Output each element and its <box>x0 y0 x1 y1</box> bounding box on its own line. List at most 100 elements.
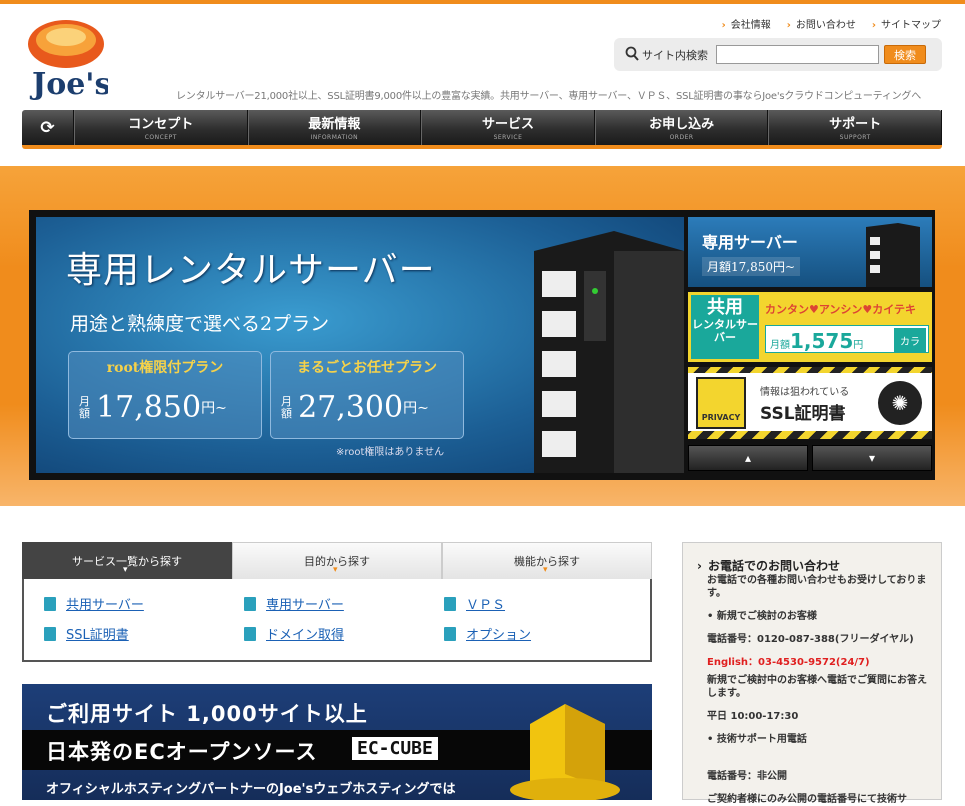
service-tabs: サービス一覧から探す 目的から探す 機能から探す 共用サーバー 専用サーバー Ｖ… <box>22 542 652 662</box>
shared-tag-top: 共用 <box>707 297 743 318</box>
shared-price-box: 月額1,575円 カラ <box>765 325 929 353</box>
link-shared-server[interactable]: 共用サーバー <box>44 594 244 613</box>
nav-sublabel: SERVICE <box>493 134 523 141</box>
side-dedicated-title: 専用サーバー <box>702 233 798 252</box>
contact-tel: 電話番号：0120-087-388(フリーダイヤル) <box>707 634 914 645</box>
shared-tag: 共用 レンタルサーバー <box>691 295 759 359</box>
contact-new-head: • 新規でご検討のお客様 <box>707 611 817 622</box>
logo-text: Joe's <box>29 67 108 100</box>
ec-cube-badge: EC-CUBE <box>352 737 438 760</box>
shared-tag-bottom: レンタルサーバー <box>692 318 758 344</box>
tagline: レンタルサーバー21,000社以上、SSL証明書9,000件以上の豊富な実績。共… <box>176 91 922 102</box>
nav-label: 最新情報 <box>308 117 361 132</box>
nav-label: コンセプト <box>128 117 194 132</box>
search-input[interactable] <box>716 45 879 64</box>
price-unit: 円~ <box>201 400 227 417</box>
ec-line2: 日本発のECオープンソース <box>46 740 318 764</box>
nav-support[interactable]: サポート SUPPORT <box>768 110 942 145</box>
plan-root[interactable]: root権限付プラン 月額 17,850円~ <box>68 351 262 439</box>
nav-information[interactable]: 最新情報 INFORMATION <box>247 110 422 145</box>
nav-label: お申し込み <box>649 117 715 132</box>
link-dedicated-server[interactable]: 専用サーバー <box>244 594 444 613</box>
banner-note: ※root権限はありません <box>336 447 445 458</box>
plan-price: 月額 17,850円~ <box>79 390 227 425</box>
home-icon[interactable]: ⟳ <box>22 110 74 145</box>
link-contact[interactable]: お問い合わせ <box>787 16 856 31</box>
price-value: 17,850 <box>96 390 202 425</box>
tab-service-list[interactable]: サービス一覧から探す <box>22 542 232 579</box>
link-sitemap[interactable]: サイトマップ <box>872 16 941 31</box>
search-icon <box>625 46 639 61</box>
link-ssl[interactable]: SSL証明書 <box>44 624 244 643</box>
price-label: 月額 <box>281 394 292 420</box>
plan-name: root権限付プラン <box>106 360 224 376</box>
tab-purpose[interactable]: 目的から探す <box>232 542 442 579</box>
nav-sublabel: CONCEPT <box>144 134 177 141</box>
tab-links: 共用サーバー 専用サーバー ＶＰＳ SSL証明書 ドメイン取得 オプション <box>44 594 644 643</box>
link-vps[interactable]: ＶＰＳ <box>444 594 644 613</box>
search-button[interactable]: 検索 <box>884 45 926 64</box>
nav-service[interactable]: サービス SERVICE <box>421 110 595 145</box>
slider-nav: ▴ ▾ <box>688 445 932 471</box>
contact-hours: 平日 10:00-17:30 <box>707 711 799 722</box>
lock-text: PRIVACY <box>701 413 741 422</box>
side-dedicated-price: 月額17,850円~ <box>702 257 801 276</box>
search-label: サイト内検索 <box>642 49 708 62</box>
nav-order[interactable]: お申し込み ORDER <box>594 110 769 145</box>
contact-support-tel: 電話番号：非公開 <box>707 771 787 782</box>
nav-sublabel: INFORMATION <box>310 134 359 141</box>
nav-concept[interactable]: コンセプト CONCEPT <box>74 110 248 145</box>
joes-logo[interactable]: Joe's <box>26 14 111 102</box>
side-banner-shared[interactable]: 共用 レンタルサーバー カンタン♥アンシン♥カイテキ 月額1,575円 カラ <box>688 292 932 362</box>
hero-slider: 専用レンタルサーバー 用途と熟練度で選べる2プラン root権限付プラン 月額 … <box>29 210 935 480</box>
contact-new-desc: 新規でご検討中のお客様へ電話でご質問にお答えします。 <box>707 675 927 699</box>
shared-price-label: 月額 <box>770 340 790 351</box>
contact-english: English：03-4530-9572(24/7) <box>707 657 870 668</box>
side-banner-ssl[interactable]: PRIVACY 情報は狙われている SSL証明書 ✺ <box>688 367 932 439</box>
site-search: サイト内検索 検索 <box>614 38 942 71</box>
main-banner-dedicated[interactable]: 専用レンタルサーバー 用途と熟練度で選べる2プラン root権限付プラン 月額 … <box>36 217 684 473</box>
cube-hat-image <box>510 704 620 800</box>
price-value: 27,300 <box>298 390 404 425</box>
contact-intro: お電話での各種お問い合わせもお受けしております。 <box>707 575 927 599</box>
shared-from-button: カラ <box>894 328 926 353</box>
ec-cube-banner[interactable]: ご利用サイト 1,000サイト以上 日本発のECオープンソース EC-CUBE … <box>22 684 652 800</box>
ssl-sub: 情報は狙われている <box>760 387 850 398</box>
nav-sublabel: ORDER <box>669 134 694 141</box>
slider-down-button[interactable]: ▾ <box>812 445 932 471</box>
contact-support-head: • 技術サポート用電話 <box>707 734 807 745</box>
tab-features[interactable]: 機能から探す <box>442 542 652 579</box>
server-thumb-image <box>866 223 920 287</box>
plan-managed[interactable]: まるごとお任せプラン 月額 27,300円~ <box>270 351 464 439</box>
tab-headers: サービス一覧から探す 目的から探す 機能から探す <box>22 542 652 579</box>
ec-line3: オフィシャルホスティングパートナーのJoe'sウェブホスティングでは <box>46 782 456 797</box>
shared-catch: カンタン♥アンシン♥カイテキ <box>765 303 917 316</box>
nav-label: サポート <box>829 117 882 132</box>
plan-price: 月額 27,300円~ <box>281 390 429 425</box>
link-options[interactable]: オプション <box>444 624 644 643</box>
top-accent-bar <box>0 0 965 4</box>
side-banners: 専用サーバー 月額17,850円~ 共用 レンタルサーバー カンタン♥アンシン♥カ… <box>688 217 932 473</box>
server-rack-image <box>534 231 684 473</box>
global-nav: ⟳ コンセプト CONCEPT 最新情報 INFORMATION サービス SERVI… <box>22 110 942 149</box>
contact-title: お電話でのお問い合わせ <box>697 557 931 574</box>
nav-sublabel: SUPPORT <box>839 134 871 141</box>
ec-line1: ご利用サイト 1,000サイト以上 <box>46 702 368 726</box>
phone-contact-box: お電話でのお問い合わせ お電話での各種お問い合わせもお受けしております。 • 新… <box>682 542 942 805</box>
ssl-title: SSL証明書 <box>760 404 846 424</box>
side-banner-dedicated[interactable]: 専用サーバー 月額17,850円~ <box>688 217 932 287</box>
spiky-monster-icon: ✺ <box>878 381 922 425</box>
price-unit: 円~ <box>403 400 429 417</box>
banner-title: 専用レンタルサーバー <box>66 250 436 291</box>
link-company[interactable]: 会社情報 <box>722 16 771 31</box>
banner-subtitle: 用途と熟練度で選べる2プラン <box>70 313 330 335</box>
privacy-lock-icon: PRIVACY <box>696 377 746 429</box>
plan-name: まるごとお任せプラン <box>297 360 437 376</box>
shared-price-value: 1,575 <box>790 329 854 353</box>
slider-up-button[interactable]: ▴ <box>688 445 808 471</box>
nav-label: サービス <box>481 117 534 132</box>
utility-links: 会社情報 お問い合わせ サイトマップ <box>722 16 941 31</box>
price-label: 月額 <box>79 394 90 420</box>
link-domain[interactable]: ドメイン取得 <box>244 624 444 643</box>
shared-price-unit: 円 <box>853 340 864 351</box>
